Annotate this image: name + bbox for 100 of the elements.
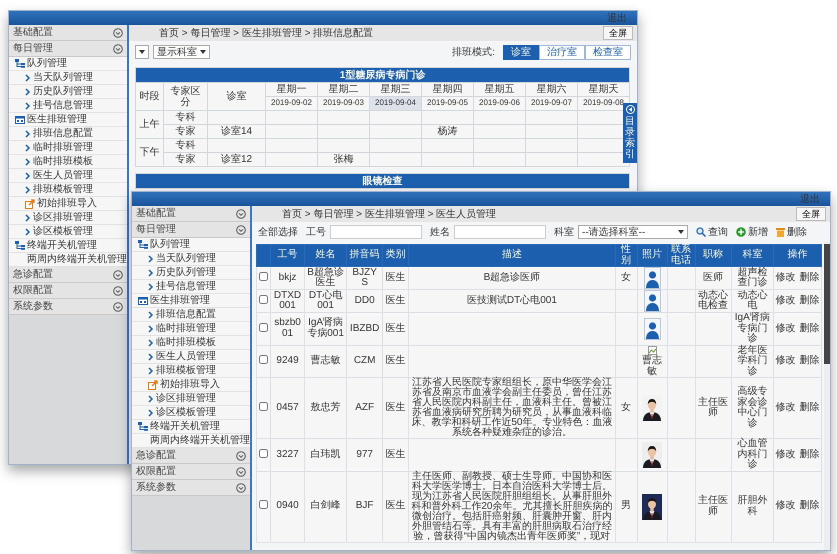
delete-link[interactable]: 删除 — [799, 272, 820, 284]
sidebar-item[interactable]: 初始排班导入 — [132, 378, 250, 392]
delete-link[interactable]: 删除 — [799, 450, 820, 460]
fullscreen-button[interactable]: 全屏 — [796, 207, 826, 221]
sidebar-item[interactable]: 两周内终端开关机管理 — [132, 434, 250, 448]
scrollbar[interactable] — [824, 242, 830, 550]
table-cell: BJZYS — [346, 266, 383, 290]
sidebar-item[interactable]: 诊区模板管理 — [132, 406, 250, 420]
sidebar-item[interactable]: 排班模板管理 — [9, 183, 127, 197]
department-select[interactable]: 显示科室 — [153, 45, 210, 59]
table-cell: 0940 — [270, 471, 305, 542]
sidebar-section[interactable]: 系统参数 — [9, 299, 127, 315]
edit-link[interactable]: 修改 — [775, 450, 796, 460]
select-all-button[interactable]: 全部选择 — [258, 226, 298, 238]
sidebar-section[interactable]: 每日管理 — [132, 222, 250, 238]
delete-link[interactable]: 删除 — [799, 402, 820, 414]
sidebar-item[interactable]: 挂号信息管理 — [132, 280, 250, 294]
sidebar-item[interactable]: 队列管理 — [9, 57, 127, 71]
row-checkbox[interactable] — [259, 500, 268, 510]
sidebar-item[interactable]: 挂号信息管理 — [9, 99, 127, 113]
hierarchy-icon — [138, 240, 148, 249]
delete-link[interactable]: 删除 — [799, 296, 820, 306]
table-cell: sbzb001 — [270, 312, 305, 345]
delete-link[interactable]: 删除 — [799, 356, 820, 367]
mode-tab[interactable]: 治疗室 — [539, 44, 585, 60]
row-checkbox[interactable] — [259, 402, 268, 411]
department-select[interactable]: --请选择科室-- — [578, 225, 688, 239]
table-cell: 老年医学科门诊 — [731, 345, 774, 378]
table-cell: 心血管内科门诊 — [731, 438, 774, 472]
sidebar-item[interactable]: 临时排班管理 — [9, 141, 127, 155]
sidebar-section[interactable]: 基础配置 — [9, 25, 127, 41]
delete-link[interactable]: 删除 — [799, 324, 820, 334]
table-cell: 主任医师 — [695, 471, 732, 542]
search-field[interactable] — [454, 225, 546, 239]
column-header: 星期五 — [474, 82, 526, 96]
side-tab[interactable]: 目录索引 — [623, 103, 637, 163]
sidebar-item[interactable]: 历史队列管理 — [9, 85, 127, 99]
sidebar-section[interactable]: 系统参数 — [132, 480, 250, 496]
sidebar-item[interactable]: 诊区模板管理 — [9, 225, 127, 239]
sidebar-item[interactable]: 排班信息配置 — [132, 308, 250, 322]
sidebar-item[interactable]: 医生人员管理 — [132, 350, 250, 364]
table-cell: 医生 — [382, 345, 409, 378]
date-header: 2019-09-08 — [578, 96, 630, 110]
table-cell: 医生 — [382, 266, 409, 290]
mode-label: 排班模式: — [452, 46, 495, 58]
edit-link[interactable]: 修改 — [775, 324, 796, 334]
sidebar-item[interactable]: 医生人员管理 — [9, 169, 127, 183]
sidebar-section[interactable]: 基础配置 — [132, 206, 250, 222]
sidebar-item[interactable]: 排班信息配置 — [9, 127, 127, 141]
sidebar-item[interactable]: 医生排班管理 — [9, 113, 127, 127]
sidebar-item[interactable]: 诊区排班管理 — [132, 392, 250, 406]
date-header: 2019-09-06 — [474, 96, 526, 110]
sidebar-item[interactable]: 终端开关机管理 — [9, 239, 127, 253]
sidebar-item[interactable]: 临时排班模板 — [132, 336, 250, 350]
row-checkbox[interactable] — [259, 355, 268, 364]
sidebar-section[interactable]: 急诊配置 — [9, 267, 127, 283]
row-checkbox[interactable] — [259, 272, 268, 281]
edit-link[interactable]: 修改 — [775, 296, 796, 306]
collapse-icon — [236, 224, 246, 234]
sidebar-section[interactable]: 权限配置 — [9, 283, 127, 299]
edit-link[interactable]: 修改 — [775, 356, 796, 367]
date-header: 2019-09-04 — [370, 96, 422, 110]
sidebar-item[interactable]: 初始排班导入 — [9, 197, 127, 211]
breadcrumb: 首页 > 每日管理 > 医生排班管理 > 医生人员管理 — [282, 208, 496, 220]
table-cell: 0457 — [270, 378, 305, 439]
search-button[interactable]: 查询 — [696, 226, 728, 238]
row-checkbox[interactable] — [259, 322, 268, 332]
sidebar-section[interactable]: 每日管理 — [9, 41, 127, 57]
sidebar-item[interactable]: 队列管理 — [132, 238, 250, 252]
mode-tab[interactable]: 诊室 — [503, 44, 539, 60]
field-label: 工号 — [306, 226, 326, 238]
edit-link[interactable]: 修改 — [775, 272, 796, 284]
sidebar-item[interactable]: 临时排班模板 — [9, 155, 127, 169]
column-header: 职称 — [695, 244, 732, 266]
search-field[interactable] — [330, 225, 422, 239]
sidebar-section[interactable]: 急诊配置 — [132, 448, 250, 464]
dropdown[interactable] — [135, 45, 149, 59]
sidebar-item[interactable]: 医生排班管理 — [132, 294, 250, 308]
sidebar-item[interactable]: 历史队列管理 — [132, 266, 250, 280]
table-cell: 主任医师 — [695, 378, 732, 439]
sidebar-item[interactable]: 排班模板管理 — [132, 364, 250, 378]
sidebar-section[interactable]: 权限配置 — [132, 464, 250, 480]
delete-button[interactable]: 删除 — [776, 226, 807, 238]
row-checkbox[interactable] — [259, 448, 268, 458]
sidebar-item[interactable]: 当天队列管理 — [132, 252, 250, 266]
edit-link[interactable]: 修改 — [775, 402, 796, 414]
column-header: 性别 — [615, 244, 638, 266]
add-button[interactable]: 新增 — [736, 226, 768, 238]
sidebar-item[interactable]: 诊区排班管理 — [9, 211, 127, 225]
sidebar-item[interactable]: 当天队列管理 — [9, 71, 127, 85]
sidebar-item[interactable]: 两周内终端开关机管理 — [9, 253, 127, 267]
sidebar-item[interactable]: 临时排班管理 — [132, 322, 250, 336]
table-cell: 敖忠芳 — [304, 378, 347, 439]
delete-link[interactable]: 删除 — [799, 501, 820, 512]
row-checkbox[interactable] — [259, 294, 268, 304]
fullscreen-button[interactable]: 全屏 — [603, 26, 633, 40]
edit-link[interactable]: 修改 — [775, 501, 796, 512]
mode-tab[interactable]: 检查室 — [585, 44, 631, 60]
sidebar-item[interactable]: 终端开关机管理 — [132, 420, 250, 434]
collapse-icon — [236, 450, 246, 460]
